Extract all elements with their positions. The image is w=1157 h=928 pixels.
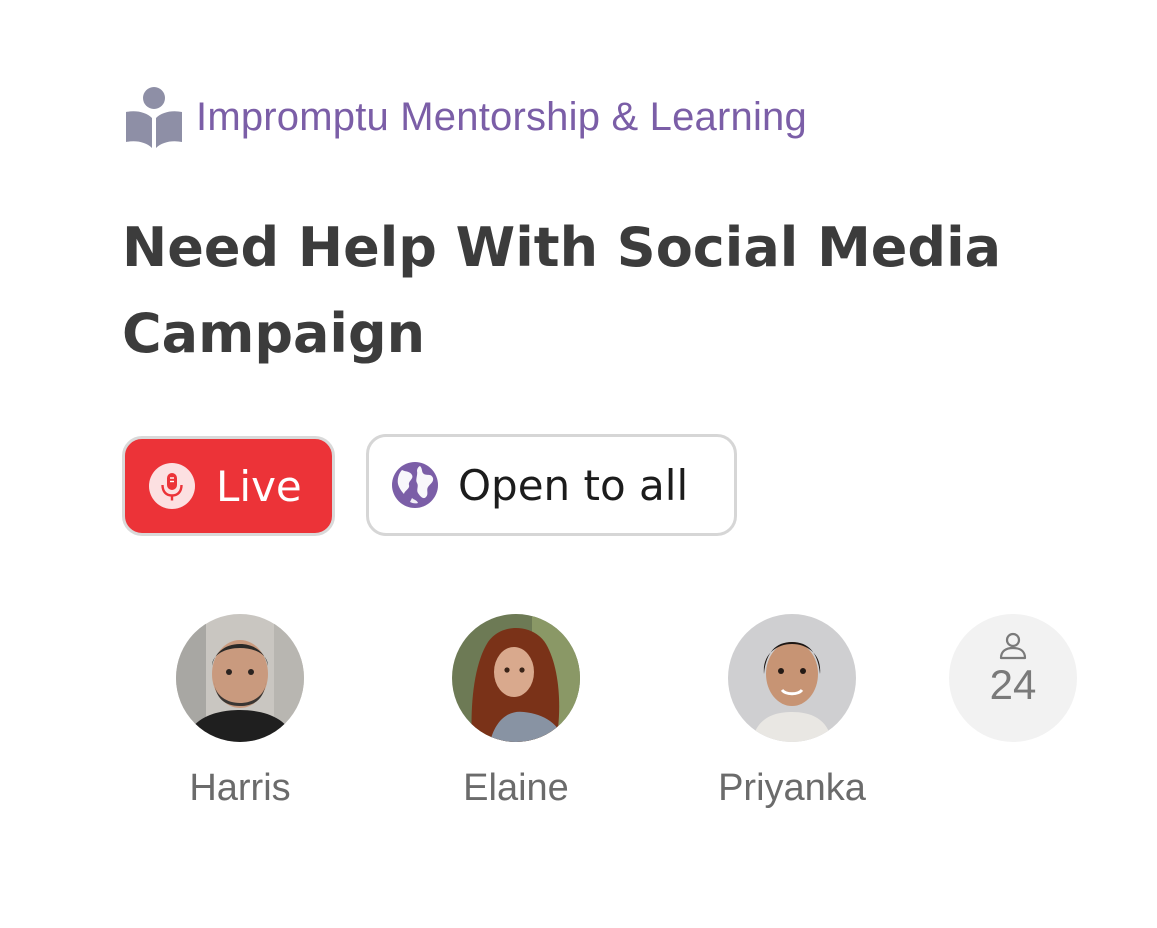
session-category: Impromptu Mentorship & Learning [124, 84, 807, 150]
avatar [176, 614, 304, 742]
session-title: Need Help With Social Media Campaign [122, 216, 1002, 365]
session-card[interactable]: Impromptu Mentorship & Learning Need Hel… [0, 0, 1157, 928]
attendee-count-badge[interactable]: 24 [949, 614, 1077, 742]
access-label: Open to all [458, 460, 689, 510]
microphone-icon [149, 463, 195, 509]
person-icon [999, 632, 1027, 660]
live-label: Live [216, 461, 302, 511]
live-badge[interactable]: Live [122, 436, 335, 536]
participant-name: Priyanka [718, 767, 866, 809]
participant-name: Elaine [463, 767, 569, 809]
avatar [728, 614, 856, 742]
participant-priyanka[interactable]: Priyanka [692, 614, 892, 810]
participant-elaine[interactable]: Elaine [416, 614, 616, 810]
participant-harris[interactable]: Harris [140, 614, 340, 810]
attendee-count: 24 [989, 661, 1037, 708]
category-label: Impromptu Mentorship & Learning [196, 94, 807, 139]
globe-icon [392, 462, 438, 508]
participant-name: Harris [189, 767, 291, 809]
reading-person-icon [126, 87, 182, 148]
access-badge[interactable]: Open to all [366, 434, 737, 536]
avatar [452, 614, 580, 742]
